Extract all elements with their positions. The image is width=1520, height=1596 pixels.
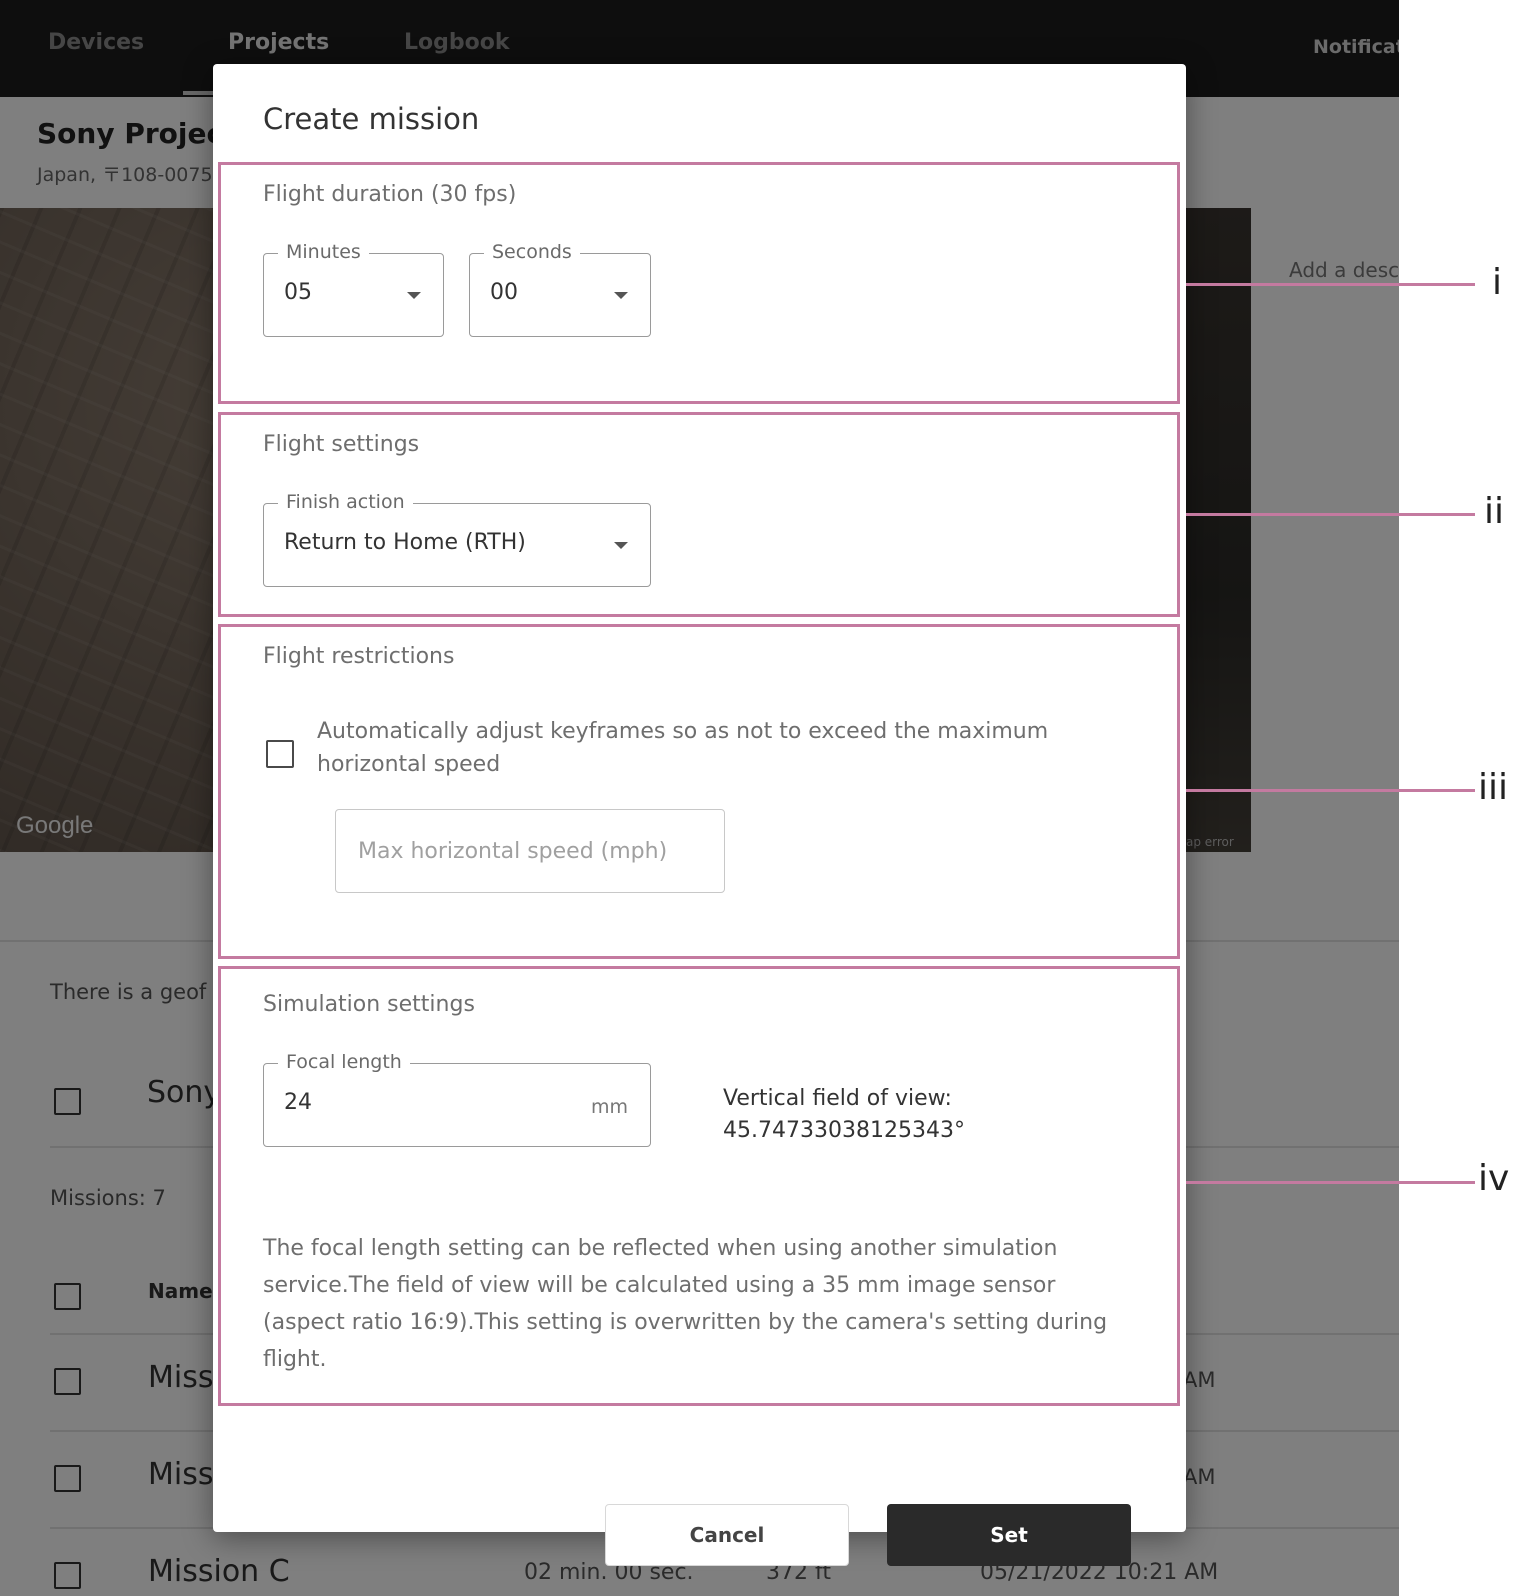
simulation-settings-title: Simulation settings: [263, 992, 475, 1017]
focal-length-value: 24: [284, 1090, 312, 1115]
callout-label-i: i: [1492, 262, 1503, 303]
seconds-value: 00: [490, 280, 518, 305]
flight-restrictions-highlight: [218, 624, 1180, 959]
chevron-down-icon: [614, 542, 628, 549]
flight-settings-title: Flight settings: [263, 432, 420, 457]
minutes-label: Minutes: [278, 239, 369, 265]
focal-length-input[interactable]: Focal length 24 mm: [263, 1049, 651, 1147]
callout-line-iv: [1186, 1181, 1475, 1184]
set-button[interactable]: Set: [887, 1504, 1131, 1566]
finish-action-label: Finish action: [278, 489, 413, 515]
flight-duration-title: Flight duration (30 fps): [263, 182, 517, 207]
chevron-down-icon: [614, 292, 628, 299]
adjust-keyframes-checkbox[interactable]: [266, 740, 294, 768]
vertical-fov-label: Vertical field of view:: [723, 1086, 952, 1111]
callout-label-iii: iii: [1478, 767, 1509, 808]
callout-line-ii: [1186, 513, 1475, 516]
finish-action-select[interactable]: Finish action Return to Home (RTH): [263, 489, 651, 587]
simulation-note: The focal length setting can be reflecte…: [263, 1236, 1108, 1372]
focal-length-label: Focal length: [278, 1049, 410, 1075]
finish-action-value: Return to Home (RTH): [284, 530, 526, 555]
seconds-select[interactable]: Seconds 00: [469, 239, 651, 337]
cancel-button[interactable]: Cancel: [605, 1504, 849, 1566]
seconds-label: Seconds: [484, 239, 580, 265]
vertical-fov-value: 45.74733038125343°: [723, 1118, 965, 1143]
flight-restrictions-title: Flight restrictions: [263, 644, 455, 669]
screenshot-stage: Devices Projects Logbook Notificat Sony …: [0, 0, 1520, 1596]
callout-label-iv: iv: [1478, 1158, 1510, 1199]
max-horizontal-speed-input[interactable]: [335, 809, 725, 893]
callout-line-iii: [1186, 789, 1475, 792]
focal-length-unit: mm: [590, 1096, 628, 1118]
adjust-keyframes-label: Automatically adjust keyframes so as not…: [317, 719, 1049, 777]
minutes-select[interactable]: Minutes 05: [263, 239, 444, 337]
chevron-down-icon: [407, 292, 421, 299]
dialog-title: Create mission: [263, 102, 480, 136]
minutes-value: 05: [284, 280, 312, 305]
callout-line-i: [1186, 283, 1475, 286]
callout-label-ii: ii: [1484, 491, 1505, 532]
